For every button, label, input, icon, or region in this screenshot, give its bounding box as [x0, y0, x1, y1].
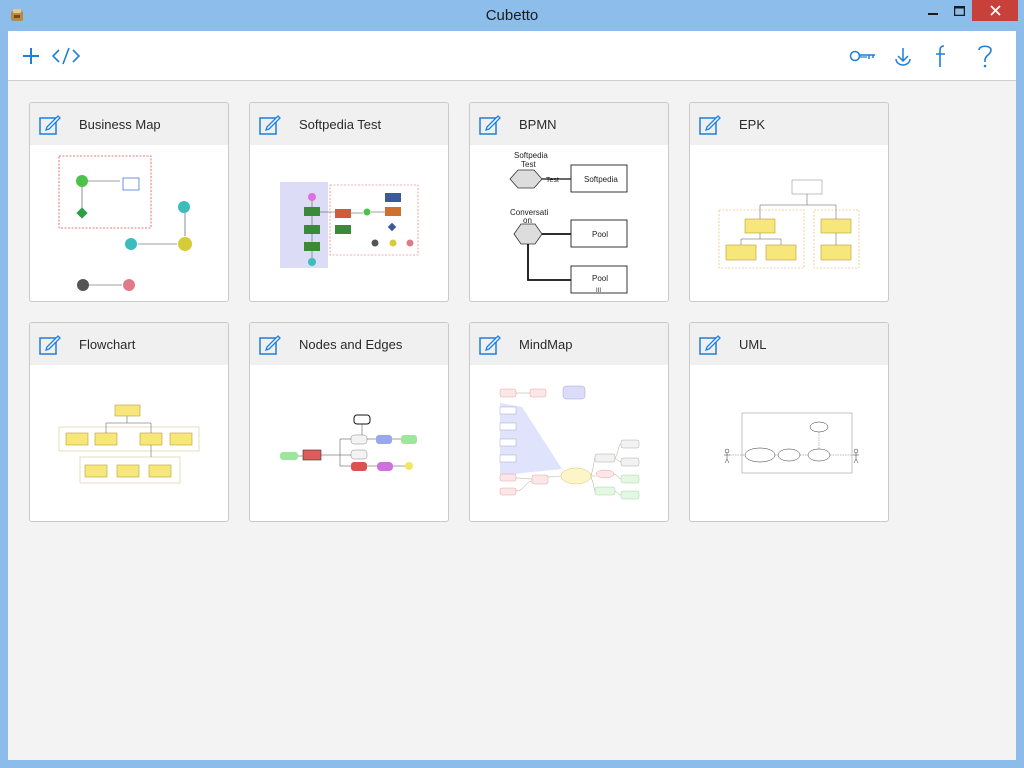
embed-code-button[interactable] — [50, 41, 82, 71]
diagram-thumbnail — [280, 414, 417, 471]
main-area: Business Map Softpedia Test BPMN Softped… — [8, 31, 1016, 760]
diagram-thumbnail — [58, 404, 200, 484]
diagram-card-business-map[interactable]: Business Map — [29, 102, 229, 302]
edit-icon[interactable] — [479, 333, 501, 355]
diagram-card-mindmap[interactable]: MindMap — [469, 322, 669, 522]
card-title: Softpedia Test — [299, 117, 382, 132]
diagram-card-nodes-and-edges[interactable]: Nodes and Edges — [249, 322, 449, 522]
card-header: EPK — [690, 103, 888, 145]
bpmn-edge-label: Test — [546, 177, 559, 184]
card-header: Business Map — [30, 103, 228, 145]
diagram-thumbnail — [724, 412, 859, 474]
card-header: BPMN — [470, 103, 668, 145]
diagram-card-flowchart[interactable]: Flowchart — [29, 322, 229, 522]
card-title: Nodes and Edges — [299, 337, 403, 352]
download-icon — [895, 48, 911, 66]
bpmn-label-softpedia: Softpedia — [514, 151, 548, 160]
facebook-icon — [936, 45, 945, 67]
card-title: BPMN — [519, 117, 557, 132]
download-button[interactable] — [887, 41, 919, 71]
minimize-icon — [928, 12, 938, 15]
diagram-card-softpedia-test[interactable]: Softpedia Test — [249, 102, 449, 302]
diagram-thumbnail — [280, 182, 419, 268]
bpmn-label-test: Test — [521, 160, 536, 169]
edit-icon[interactable] — [39, 113, 61, 135]
edit-icon[interactable] — [699, 113, 721, 135]
license-button[interactable] — [847, 41, 879, 71]
plus-icon — [23, 48, 39, 64]
help-icon — [978, 45, 992, 68]
maximize-icon — [953, 5, 965, 16]
close-button[interactable] — [972, 0, 1018, 21]
close-icon — [989, 5, 1001, 16]
bpmn-pool-2: Pool — [592, 274, 608, 283]
diagram-card-bpmn[interactable]: BPMN Softpedia Test Test Softpedia Conve… — [469, 102, 669, 302]
diagram-thumbnail — [718, 179, 860, 269]
window-title: Cubetto — [485, 7, 539, 24]
edit-icon[interactable] — [259, 113, 281, 135]
edit-icon[interactable] — [699, 333, 721, 355]
key-icon — [849, 50, 875, 62]
edit-icon[interactable] — [259, 333, 281, 355]
card-title: Business Map — [79, 117, 161, 132]
code-icon — [51, 47, 81, 65]
title-bar[interactable]: Cubetto — [0, 0, 1024, 31]
diagram-thumbnail — [499, 385, 640, 500]
diagram-thumbnail — [58, 155, 192, 291]
card-header: Flowchart — [30, 323, 228, 365]
new-diagram-button[interactable] — [15, 41, 47, 71]
diagram-card-epk[interactable]: EPK — [689, 102, 889, 302]
card-header: MindMap — [470, 323, 668, 365]
card-title: Flowchart — [79, 337, 136, 352]
toolbar — [8, 31, 1016, 81]
card-title: MindMap — [519, 337, 573, 352]
card-header: Softpedia Test — [250, 103, 448, 145]
app-window: Cubetto Business Map Softpedia Test BPMN… — [0, 0, 1024, 768]
minimize-button[interactable] — [920, 0, 946, 21]
bpmn-pool-1: Pool — [592, 230, 608, 239]
diagram-card-uml[interactable]: UML — [689, 322, 889, 522]
bpmn-pool-2-sub: III — [596, 288, 601, 294]
card-header: Nodes and Edges — [250, 323, 448, 365]
edit-icon[interactable] — [479, 113, 501, 135]
bpmn-task-softpedia: Softpedia — [584, 175, 618, 184]
card-title: EPK — [739, 117, 766, 132]
help-button[interactable] — [969, 41, 1001, 71]
facebook-button[interactable] — [925, 41, 957, 71]
card-header: UML — [690, 323, 888, 365]
card-title: UML — [739, 337, 767, 352]
diagram-thumbnail: Softpedia Test Test Softpedia Conversati… — [509, 151, 628, 294]
maximize-button[interactable] — [946, 0, 972, 21]
edit-icon[interactable] — [39, 333, 61, 355]
